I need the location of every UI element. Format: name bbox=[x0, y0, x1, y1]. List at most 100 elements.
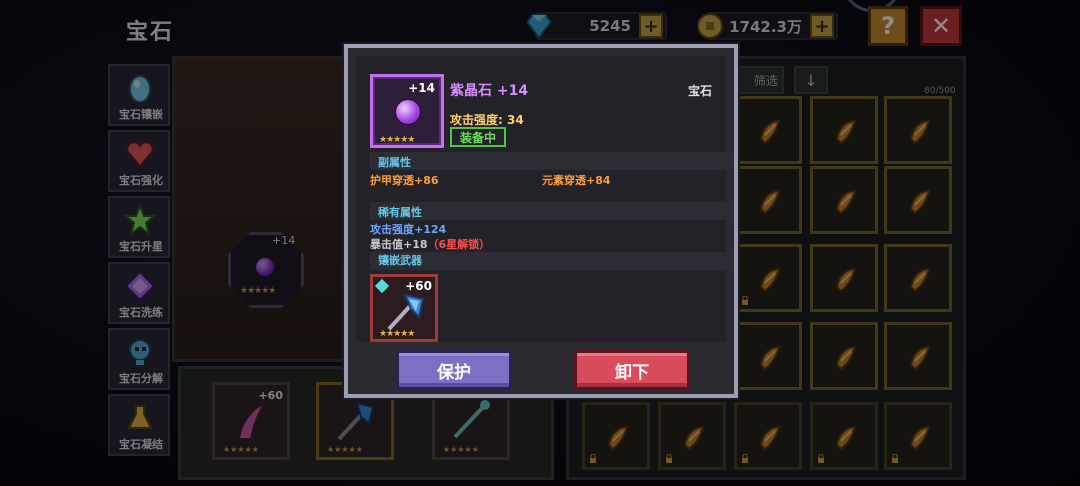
gem-inventory-slot[interactable] bbox=[810, 244, 878, 312]
weapon-stars: ★★★★★ bbox=[379, 329, 415, 339]
socket-stars: ★★★★★ bbox=[240, 286, 276, 296]
lock-icon bbox=[666, 454, 672, 463]
gem-inventory-slot[interactable] bbox=[734, 244, 802, 312]
gem-inventory-slot[interactable] bbox=[884, 96, 952, 164]
gem-inventory-slot[interactable] bbox=[884, 322, 952, 390]
gem-inventory-slot[interactable] bbox=[884, 166, 952, 234]
section-divider bbox=[370, 252, 734, 270]
gem-inventory-slot[interactable] bbox=[734, 96, 802, 164]
equipped-badge: 装备中 bbox=[450, 127, 506, 147]
rare-attribute: 攻击强度+124 bbox=[370, 223, 447, 236]
weapon-slot[interactable]: +60 ★★★★★ bbox=[212, 382, 290, 460]
sidebar-item-gem-condense[interactable]: 宝石凝结 bbox=[108, 394, 170, 456]
gem-fragment-icon bbox=[835, 267, 857, 293]
gem-fragment-icon bbox=[683, 425, 705, 451]
gem-fragment-icon bbox=[909, 189, 931, 215]
weapon-stars: ★★★★★ bbox=[327, 445, 363, 454]
claw-weapon-icon bbox=[237, 400, 268, 440]
gem-fragment-icon bbox=[759, 119, 781, 145]
gem-inventory-slot[interactable] bbox=[884, 244, 952, 312]
gem-fragment-icon bbox=[909, 345, 931, 371]
gem-fragment-icon bbox=[759, 425, 781, 451]
sidebar-item-gem-enhance[interactable]: 宝石强化 bbox=[108, 130, 170, 192]
inventory-count: 80/500 bbox=[924, 86, 956, 96]
close-button[interactable]: ✕ bbox=[920, 6, 962, 46]
sort-button[interactable]: ↓ bbox=[794, 66, 828, 94]
sidebar-item-label: 宝石凝结 bbox=[119, 438, 163, 451]
lock-icon bbox=[892, 454, 898, 463]
socket-plus-level: +14 bbox=[272, 234, 296, 247]
sidebar-item-gem-inlay[interactable]: 宝石镶嵌 bbox=[108, 64, 170, 126]
weapon-stars: ★★★★★ bbox=[223, 445, 259, 454]
rare-attributes-title: 稀有属性 bbox=[378, 206, 422, 219]
gem-inventory-slot[interactable] bbox=[810, 402, 878, 470]
sidebar: 宝石镶嵌 宝石强化 宝石升星 宝石洗练 宝石分解 宝石凝结 bbox=[108, 64, 172, 460]
gem-fragment-icon bbox=[607, 425, 629, 451]
gem-plus-level: +14 bbox=[408, 81, 435, 95]
gem-detail-modal: +14 ★★★★★ 紫晶石 +14 宝石 攻击强度: 34 装备中 副属性 护甲… bbox=[344, 44, 738, 398]
diamond-icon bbox=[525, 14, 553, 40]
sidebar-item-gem-refine[interactable]: 宝石洗练 bbox=[108, 262, 170, 324]
weapon-stars: ★★★★★ bbox=[443, 445, 479, 454]
help-button[interactable]: ? bbox=[868, 6, 908, 46]
gem-inventory-slot[interactable] bbox=[884, 402, 952, 470]
sidebar-item-label: 宝石洗练 bbox=[119, 306, 163, 319]
spear-weapon-icon bbox=[453, 400, 490, 439]
lock-icon bbox=[590, 454, 596, 463]
gem-detail-icon: +14 ★★★★★ bbox=[370, 74, 444, 148]
amethyst-gem-icon bbox=[256, 258, 274, 276]
gem-inventory-slot[interactable] bbox=[810, 166, 878, 234]
gem-inventory-slot[interactable] bbox=[734, 166, 802, 234]
gem-detail-content: +14 ★★★★★ 紫晶石 +14 宝石 攻击强度: 34 装备中 副属性 护甲… bbox=[356, 56, 734, 342]
section-divider bbox=[370, 202, 734, 220]
egg-gem-icon bbox=[129, 75, 151, 103]
gem-inventory-slot[interactable] bbox=[734, 402, 802, 470]
secondary-attribute: 元素穿透+84 bbox=[542, 174, 611, 187]
inlay-weapon-title: 镶嵌武器 bbox=[378, 254, 422, 267]
rare-attribute-locked: 暴击值+18（6星解锁） bbox=[370, 236, 490, 252]
gem-fragment-icon bbox=[835, 345, 857, 371]
gold-currency-display: 1742.3万 + bbox=[697, 12, 838, 40]
star-icon bbox=[124, 204, 156, 236]
gem-fragment-icon bbox=[909, 119, 931, 145]
gem-attack-stat: 攻击强度: 34 bbox=[450, 113, 524, 127]
unlock-requirement: （6星解锁） bbox=[427, 238, 491, 251]
sidebar-item-gem-decompose[interactable]: 宝石分解 bbox=[108, 328, 170, 390]
axe-weapon-icon bbox=[337, 401, 375, 441]
amethyst-gem-icon bbox=[395, 99, 421, 125]
rare-attribute-text: 暴击值+18 bbox=[370, 238, 428, 251]
gem-inventory-slot[interactable] bbox=[810, 322, 878, 390]
sidebar-item-label: 宝石强化 bbox=[119, 174, 163, 187]
add-gold-button[interactable]: + bbox=[810, 14, 834, 38]
sidebar-item-gem-star-up[interactable]: 宝石升星 bbox=[108, 196, 170, 258]
protect-button[interactable]: 保护 bbox=[396, 350, 512, 390]
gem-inventory-slot[interactable] bbox=[810, 96, 878, 164]
gem-stars: ★★★★★ bbox=[379, 135, 415, 145]
sidebar-item-label: 宝石镶嵌 bbox=[119, 108, 163, 121]
gem-inventory-slot[interactable] bbox=[658, 402, 726, 470]
gem-fragment-icon bbox=[835, 119, 857, 145]
secondary-attribute: 护甲穿透+86 bbox=[370, 174, 439, 187]
sidebar-item-label: 宝石升星 bbox=[119, 240, 163, 253]
lock-icon bbox=[742, 454, 748, 463]
gem-fragment-icon bbox=[759, 345, 781, 371]
unequip-button[interactable]: 卸下 bbox=[574, 350, 690, 390]
gem-currency-display: 5245 + bbox=[525, 12, 667, 40]
add-gems-button[interactable]: + bbox=[639, 14, 663, 38]
secondary-attributes-title: 副属性 bbox=[378, 156, 411, 169]
gem-inventory-slot[interactable] bbox=[582, 402, 650, 470]
sidebar-item-label: 宝石分解 bbox=[119, 372, 163, 385]
purple-diamond-icon bbox=[124, 270, 156, 302]
gem-inventory-slot[interactable] bbox=[734, 322, 802, 390]
skull-hammer-icon bbox=[129, 339, 151, 365]
gem-fragment-icon bbox=[909, 425, 931, 451]
inlaid-weapon-card[interactable]: +60 ★★★★★ bbox=[370, 274, 438, 342]
section-divider bbox=[370, 152, 734, 170]
page-title: 宝石 bbox=[126, 20, 175, 45]
gem-fragment-icon bbox=[909, 267, 931, 293]
gold-coin-icon bbox=[697, 13, 723, 39]
gold-flask-icon bbox=[127, 405, 153, 429]
gem-type: 宝石 bbox=[687, 84, 712, 98]
gem-fragment-icon bbox=[759, 189, 781, 215]
heart-gem-icon bbox=[126, 141, 154, 168]
